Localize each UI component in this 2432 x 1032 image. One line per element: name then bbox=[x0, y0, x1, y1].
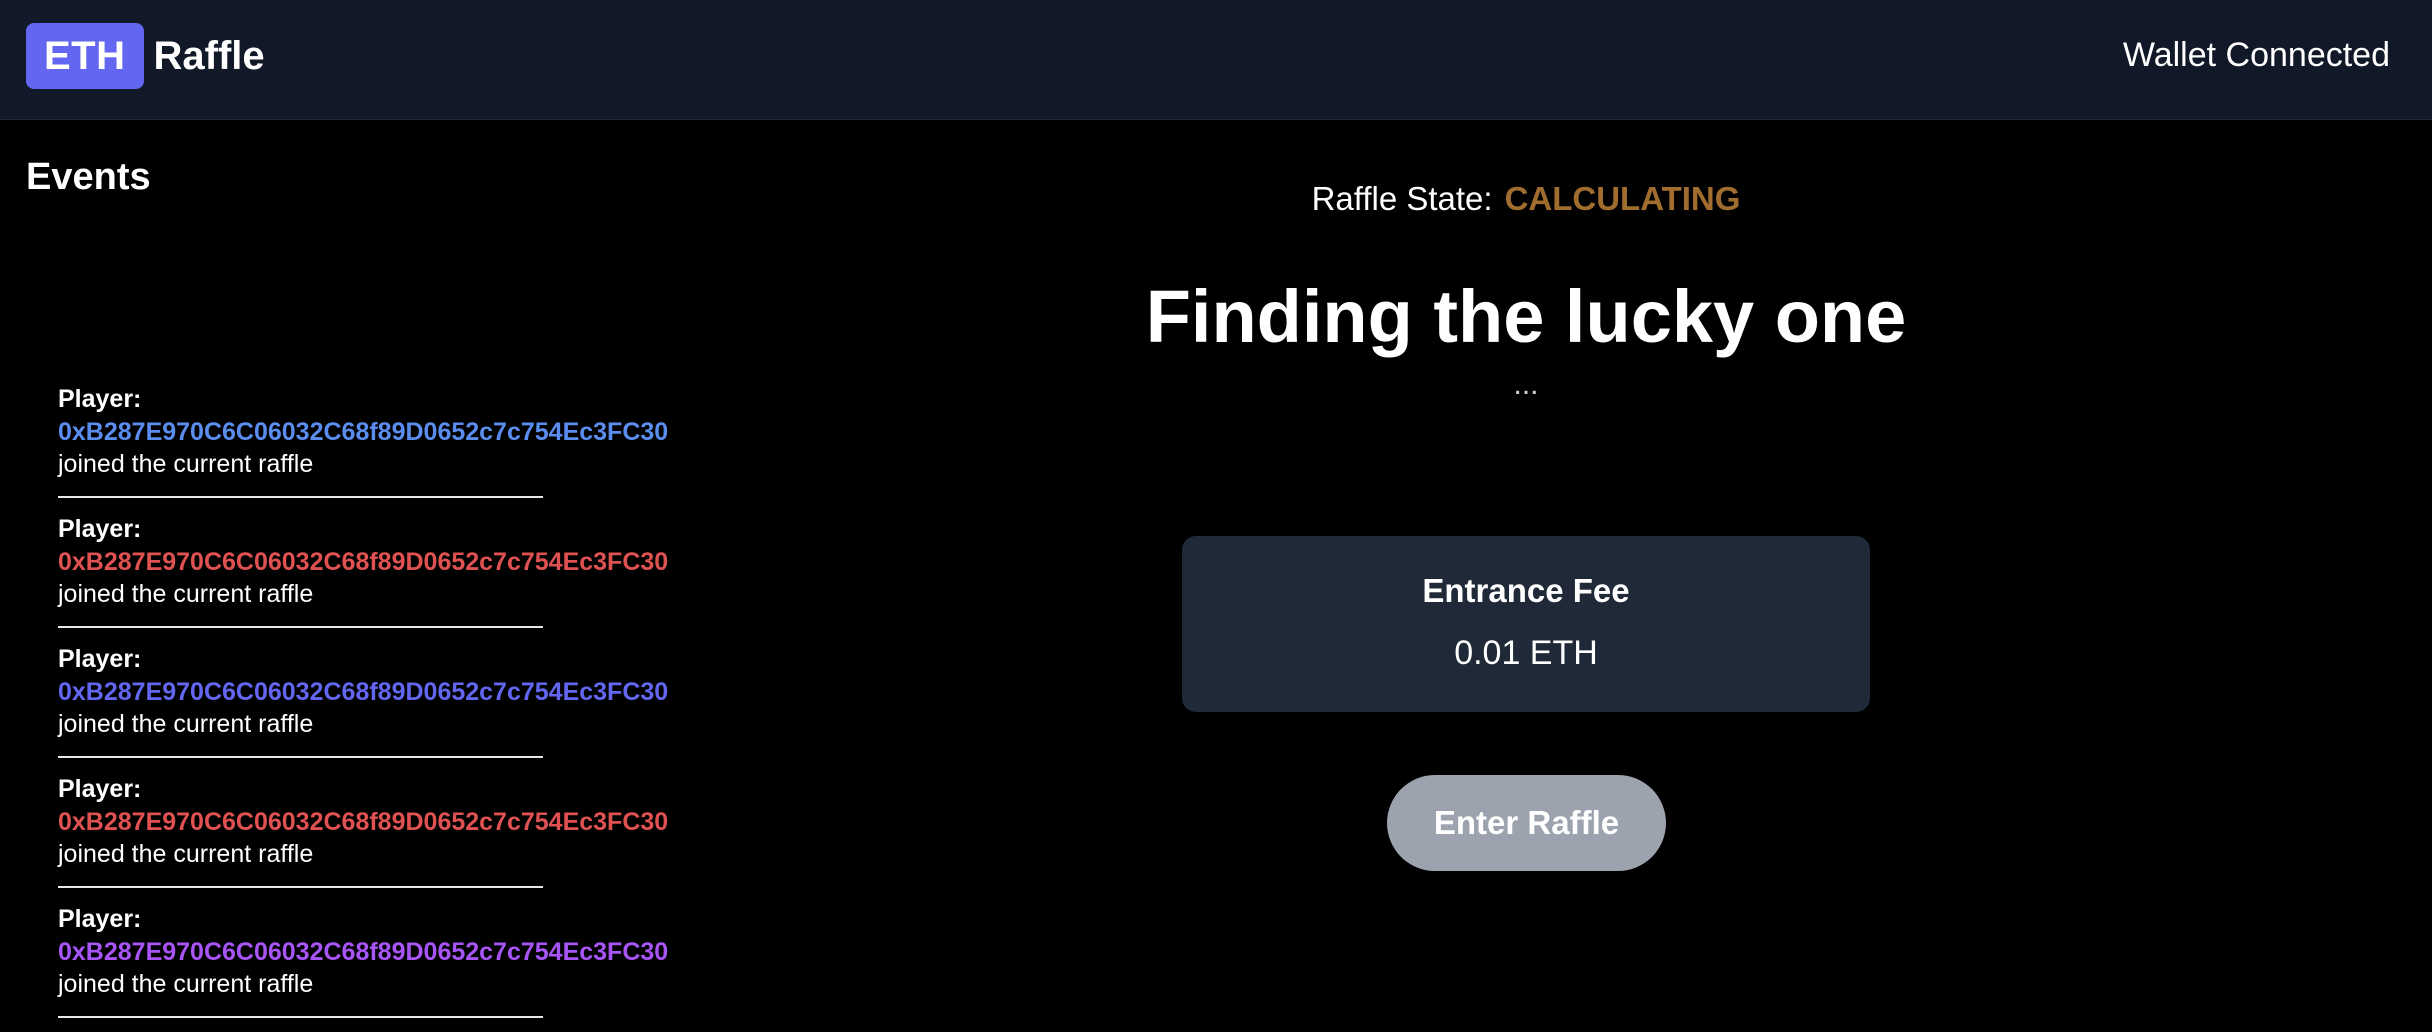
entrance-fee-card: Entrance Fee 0.01 ETH bbox=[1182, 536, 1870, 712]
event-item: Player: 0xB287E970C6C06032C68f89D0652c7c… bbox=[58, 642, 758, 772]
event-player-label: Player: bbox=[58, 385, 142, 413]
raffle-state: Raffle State: CALCULATING bbox=[1026, 178, 2026, 220]
event-divider bbox=[58, 886, 543, 888]
event-description: joined the current raffle bbox=[58, 840, 314, 868]
event-description: joined the current raffle bbox=[58, 710, 314, 738]
event-description: joined the current raffle bbox=[58, 580, 314, 608]
event-item: Player: 0xB287E970C6C06032C68f89D0652c7c… bbox=[58, 902, 758, 1032]
event-player-label: Player: bbox=[58, 775, 142, 803]
event-player-address: 0xB287E970C6C06032C68f89D0652c7c754Ec3FC… bbox=[58, 678, 669, 706]
wallet-status[interactable]: Wallet Connected bbox=[2123, 34, 2390, 76]
event-player-address: 0xB287E970C6C06032C68f89D0652c7c754Ec3FC… bbox=[58, 808, 669, 836]
event-description: joined the current raffle bbox=[58, 970, 314, 998]
event-divider bbox=[58, 496, 543, 498]
raffle-main: Raffle State: CALCULATING Finding the luc… bbox=[1026, 0, 2026, 1032]
events-list: Player: 0xB287E970C6C06032C68f89D0652c7c… bbox=[58, 382, 758, 1032]
event-divider bbox=[58, 1016, 543, 1018]
raffle-state-value: CALCULATING bbox=[1504, 180, 1741, 217]
raffle-state-label: Raffle State: bbox=[1311, 180, 1493, 217]
event-player-label: Player: bbox=[58, 515, 142, 543]
event-item: Player: 0xB287E970C6C06032C68f89D0652c7c… bbox=[58, 382, 758, 512]
app-logo[interactable]: ETH Raffle bbox=[26, 23, 265, 89]
event-divider bbox=[58, 756, 543, 758]
event-divider bbox=[58, 626, 543, 628]
event-player-label: Player: bbox=[58, 645, 142, 673]
event-player-address: 0xB287E970C6C06032C68f89D0652c7c754Ec3FC… bbox=[58, 548, 669, 576]
status-headline: Finding the lucky one bbox=[1145, 275, 1907, 358]
logo-text: Raffle bbox=[153, 33, 265, 78]
events-title: Events bbox=[26, 156, 151, 198]
event-player-label: Player: bbox=[58, 905, 142, 933]
event-player-address: 0xB287E970C6C06032C68f89D0652c7c754Ec3FC… bbox=[58, 418, 669, 446]
enter-raffle-button[interactable]: Enter Raffle bbox=[1387, 775, 1666, 871]
entrance-fee-title: Entrance Fee bbox=[1422, 572, 1630, 609]
event-item: Player: 0xB287E970C6C06032C68f89D0652c7c… bbox=[58, 512, 758, 642]
event-player-address: 0xB287E970C6C06032C68f89D0652c7c754Ec3FC… bbox=[58, 938, 669, 966]
entrance-fee-value: 0.01 ETH bbox=[1454, 634, 1598, 672]
loading-ellipsis: ... bbox=[1513, 368, 1539, 401]
logo-eth-badge: ETH bbox=[26, 23, 144, 89]
event-description: joined the current raffle bbox=[58, 450, 314, 478]
event-item: Player: 0xB287E970C6C06032C68f89D0652c7c… bbox=[58, 772, 758, 902]
